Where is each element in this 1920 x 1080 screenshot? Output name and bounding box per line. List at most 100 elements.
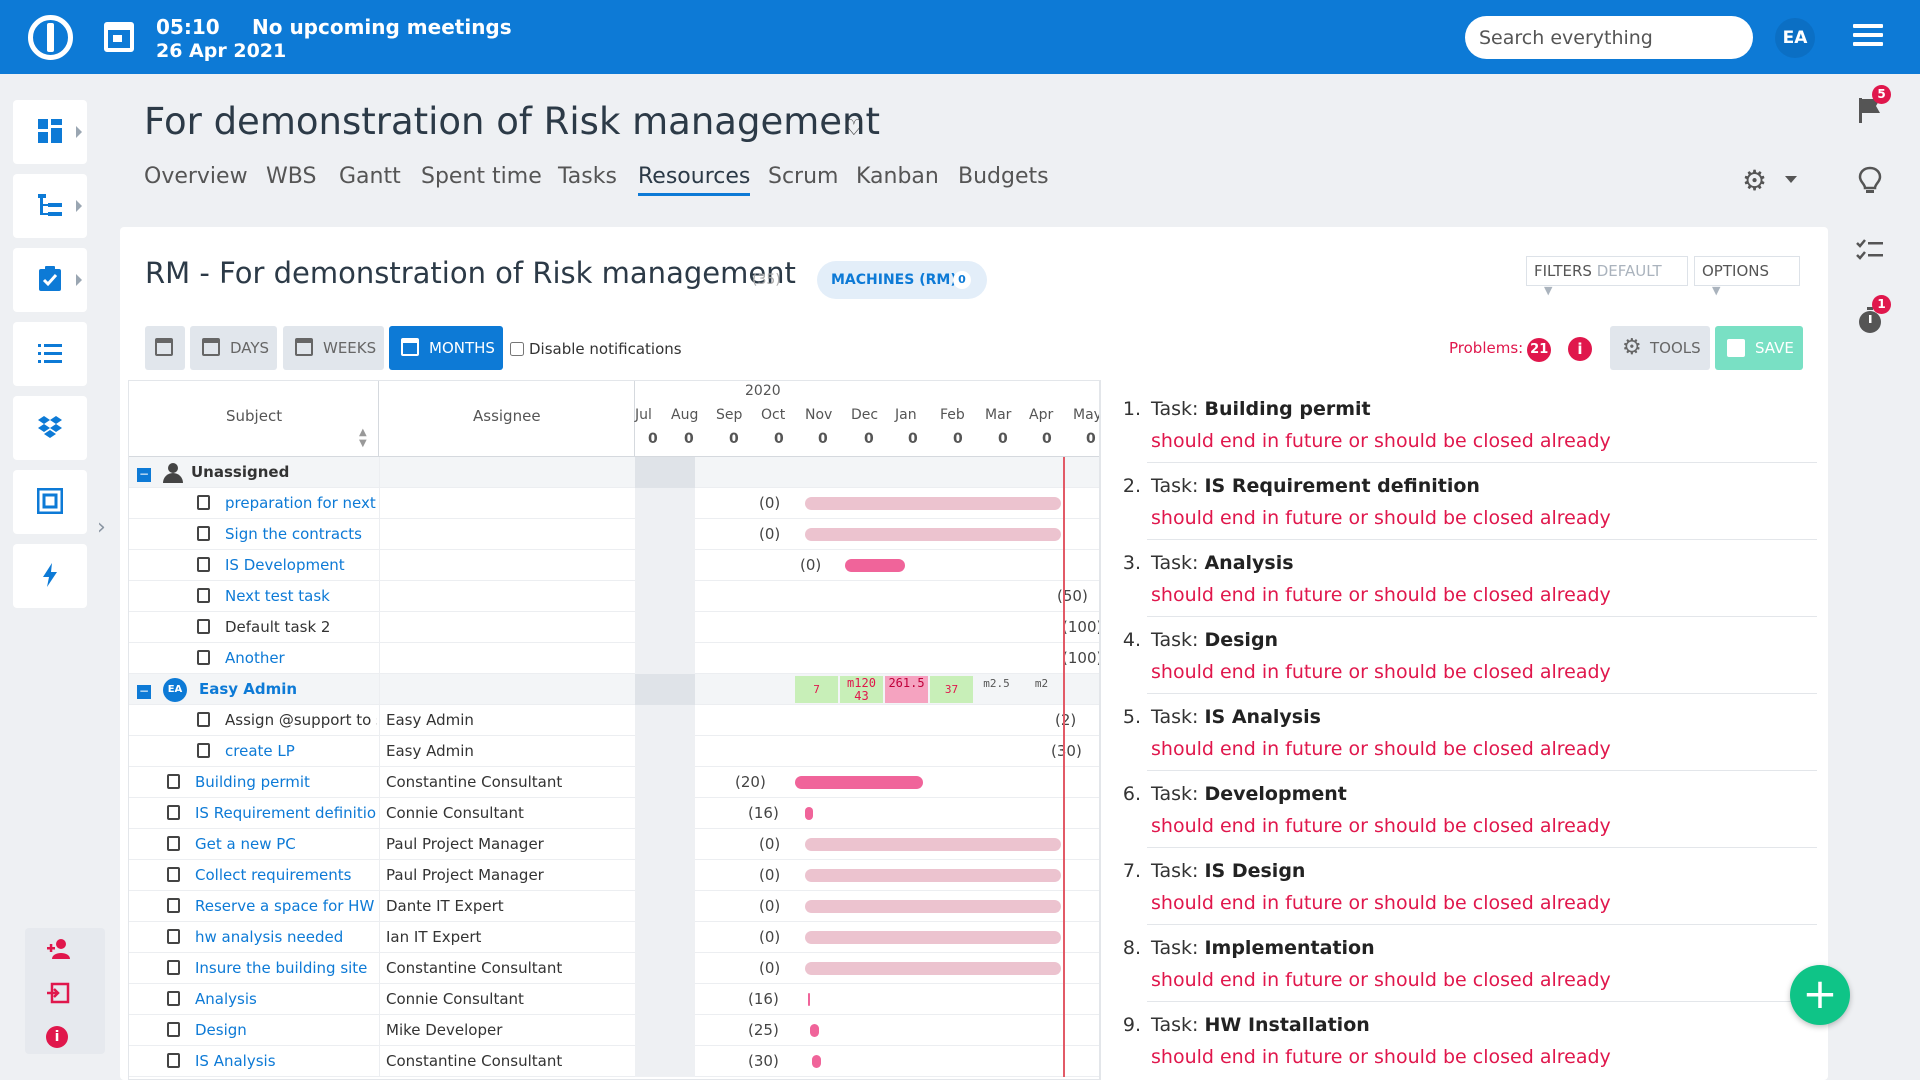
task-list-icon[interactable] xyxy=(1855,236,1885,266)
problem-heading[interactable]: Task: Design xyxy=(1151,629,1278,651)
table-row[interactable]: Insure the building site Constantine Cons… xyxy=(129,953,1099,984)
problem-item[interactable]: 3. Task: Analysis should end in future or … xyxy=(1101,534,1820,617)
problem-item[interactable]: 6. Task: Development should end in future … xyxy=(1101,765,1820,848)
problem-item[interactable]: 9. Task: HW Installation should end in fut… xyxy=(1101,996,1820,1073)
tab-spent-time[interactable]: Spent time xyxy=(421,164,542,189)
table-row[interactable]: preparation for next (0) xyxy=(129,488,1099,519)
allocation-bar[interactable] xyxy=(805,497,1061,510)
table-row[interactable]: IS Requirement definition Connie Consulta… xyxy=(129,798,1099,829)
allocation-bar[interactable] xyxy=(805,900,1061,913)
problem-item[interactable]: 8. Task: Implementation should end in futu… xyxy=(1101,919,1820,1002)
allocation-cell[interactable]: 7 xyxy=(795,676,838,703)
problem-heading[interactable]: Task: Analysis xyxy=(1151,552,1294,574)
task-name[interactable]: IS Development xyxy=(225,556,345,574)
allocation-cell[interactable]: m2 xyxy=(1020,676,1063,703)
problem-item[interactable]: 7. Task: IS Design should end in future or… xyxy=(1101,842,1820,925)
favorite-heart-icon[interactable]: ♡ xyxy=(844,116,864,141)
tab-kanban[interactable]: Kanban xyxy=(856,164,939,189)
task-name[interactable]: preparation for next xyxy=(225,494,376,512)
machines-toggle[interactable]: MACHINES (RM) 0 xyxy=(817,261,987,299)
tab-resources[interactable]: Resources xyxy=(638,164,751,196)
task-name[interactable]: Next test task xyxy=(225,587,330,605)
allocation-cell[interactable]: m120 43 xyxy=(840,676,883,703)
problem-heading[interactable]: Task: Development xyxy=(1151,783,1347,805)
user-avatar[interactable]: EA xyxy=(1775,18,1815,58)
sort-icon[interactable]: ▲ ▼ xyxy=(359,427,367,449)
task-name[interactable]: hw analysis needed xyxy=(195,928,343,946)
problem-item[interactable]: 4. Task: Design should end in future or sh… xyxy=(1101,611,1820,694)
sidebar-collapse-icon[interactable]: › xyxy=(97,515,111,540)
allocation-bar[interactable] xyxy=(805,528,1061,541)
lightbulb-icon[interactable] xyxy=(1855,165,1885,195)
table-row[interactable]: Default task 2 (100) xyxy=(129,612,1099,643)
problem-heading[interactable]: Task: IS Requirement definition xyxy=(1151,475,1480,497)
settings-caret-icon[interactable] xyxy=(1785,176,1797,183)
task-name[interactable]: Sign the contracts xyxy=(225,525,362,543)
task-name[interactable]: Design xyxy=(195,1021,247,1039)
tab-scrum[interactable]: Scrum xyxy=(768,164,838,189)
allocation-cell[interactable]: 261.5 xyxy=(885,676,928,703)
table-row[interactable]: Get a new PC Paul Project Manager (0) xyxy=(129,829,1099,860)
allocation-bar[interactable] xyxy=(808,993,810,1006)
filters-dropdown[interactable]: FILTERS DEFAULT ▼ xyxy=(1526,256,1688,297)
allocation-cell[interactable]: 37 xyxy=(930,676,973,703)
sidebar-dashboard[interactable] xyxy=(13,100,87,164)
table-row[interactable]: create LP Easy Admin (30) xyxy=(129,736,1099,767)
options-dropdown[interactable]: OPTIONS ▼ xyxy=(1694,256,1800,297)
tab-overview[interactable]: Overview xyxy=(144,164,248,189)
today-button[interactable] xyxy=(145,326,185,370)
info-icon[interactable]: i xyxy=(46,1026,68,1048)
problem-item[interactable]: 2. Task: IS Requirement definition should … xyxy=(1101,457,1820,540)
tab-budgets[interactable]: Budgets xyxy=(958,164,1049,189)
calendar-icon[interactable] xyxy=(104,22,134,52)
sidebar-tasks[interactable] xyxy=(13,248,87,312)
tab-gantt[interactable]: Gantt xyxy=(339,164,401,189)
tools-button[interactable]: TOOLS xyxy=(1610,326,1710,370)
allocation-bar[interactable] xyxy=(805,838,1061,851)
allocation-bar[interactable] xyxy=(810,1024,819,1037)
menu-icon[interactable] xyxy=(1853,24,1883,48)
logout-icon[interactable] xyxy=(46,982,70,1004)
assignee-header[interactable]: Assignee xyxy=(379,381,635,457)
sidebar-dropbox[interactable] xyxy=(13,396,87,460)
problem-heading[interactable]: Task: Implementation xyxy=(1151,937,1375,959)
group-row[interactable]: − EA Easy Admin 7 m120 43 261.5 37 m2.5 m2 xyxy=(129,674,1099,705)
task-name[interactable]: IS Analysis xyxy=(195,1052,276,1070)
problem-heading[interactable]: Task: IS Analysis xyxy=(1151,706,1321,728)
task-name[interactable]: Default task 2 xyxy=(225,618,330,636)
sidebar-actions[interactable] xyxy=(13,544,87,608)
allocation-bar[interactable] xyxy=(805,962,1061,975)
sidebar-resources[interactable] xyxy=(13,470,87,534)
notifications-checkbox[interactable] xyxy=(510,342,524,356)
allocation-bar[interactable] xyxy=(805,807,813,820)
months-button[interactable]: MONTHS xyxy=(389,326,503,370)
task-name[interactable]: create LP xyxy=(225,742,295,760)
problem-heading[interactable]: Task: HW Installation xyxy=(1151,1014,1370,1036)
subject-header[interactable]: Subject ▲ ▼ xyxy=(129,381,379,457)
allocation-bar[interactable] xyxy=(795,776,923,789)
allocation-bar[interactable] xyxy=(805,869,1061,882)
allocation-cell[interactable]: m2.5 xyxy=(975,676,1018,703)
weeks-button[interactable]: WEEKS xyxy=(283,326,384,370)
table-row[interactable]: IS Analysis Constantine Consultant (30) xyxy=(129,1046,1099,1077)
problem-heading[interactable]: Task: Building permit xyxy=(1151,398,1371,420)
collapse-toggle-icon[interactable]: − xyxy=(137,685,151,699)
table-row[interactable]: Sign the contracts (0) xyxy=(129,519,1099,550)
sidebar-wbs[interactable] xyxy=(13,174,87,238)
tab-wbs[interactable]: WBS xyxy=(266,164,316,189)
collapse-toggle-icon[interactable]: − xyxy=(137,468,151,482)
allocation-bar[interactable] xyxy=(805,931,1061,944)
save-button[interactable]: SAVE xyxy=(1715,326,1803,370)
problems-info-icon[interactable]: i xyxy=(1568,337,1592,361)
group-row[interactable]: − Unassigned xyxy=(129,457,1099,488)
task-name[interactable]: Collect requirements xyxy=(195,866,351,884)
allocation-bar[interactable] xyxy=(812,1055,821,1068)
task-name[interactable]: Another xyxy=(225,649,285,667)
table-row[interactable]: Reserve a space for HW i Dante IT Expert (… xyxy=(129,891,1099,922)
tab-tasks[interactable]: Tasks xyxy=(558,164,617,189)
group-name[interactable]: Easy Admin xyxy=(199,680,297,698)
table-row[interactable]: IS Development (0) xyxy=(129,550,1099,581)
problem-item[interactable]: 5. Task: IS Analysis should end in future … xyxy=(1101,688,1820,771)
problems-indicator[interactable]: Problems: 21 xyxy=(1449,338,1552,362)
task-name[interactable]: Insure the building site xyxy=(195,959,367,977)
